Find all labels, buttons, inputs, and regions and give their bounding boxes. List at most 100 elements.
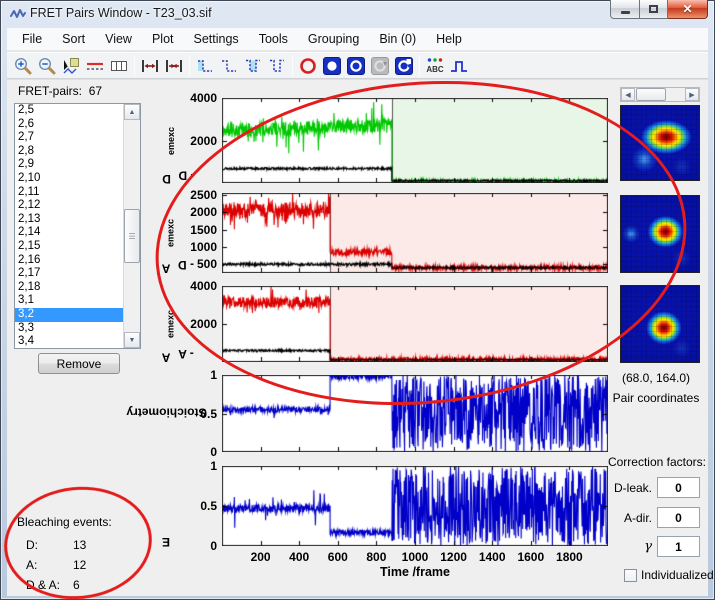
list-item-pair-2-6[interactable]: 2,6 <box>15 118 123 132</box>
remove-button[interactable]: Remove <box>38 353 120 374</box>
y-axis-label: Stoichiometry <box>125 404 207 419</box>
list-item-pair-2-7[interactable]: 2,7 <box>15 131 123 145</box>
pair-coordinates-label: Pair coordinates <box>612 391 700 405</box>
scroll-up-icon[interactable]: ▲ <box>124 104 140 120</box>
circle-group-icon <box>395 56 413 75</box>
list-item-pair-2-11[interactable]: 2,11 <box>15 186 123 200</box>
list-item-pair-2-8[interactable]: 2,8 <box>15 145 123 159</box>
slider-right-icon[interactable]: ▶ <box>685 88 699 101</box>
data-brush-button[interactable] <box>59 54 83 77</box>
list-item-pair-3-4[interactable]: 3,4 <box>15 335 123 348</box>
subplot-columns-button[interactable] <box>107 54 131 77</box>
list-item-pair-2-16[interactable]: 2,16 <box>15 254 123 268</box>
y-tick-label: 2000 <box>190 205 217 220</box>
list-item-pair-3-1[interactable]: 3,1 <box>15 294 123 308</box>
list-item-pair-2-15[interactable]: 2,15 <box>15 240 123 254</box>
pair-image-3 <box>620 285 700 363</box>
y-tick-label: 0.5 <box>200 499 217 513</box>
menu-item-settings[interactable]: Settings <box>184 29 249 49</box>
fret-pairs-list: 2,5 2,6 2,7 2,8 2,9 2,10 2,11 2,12 2,13 2,14 2,15 2… <box>15 104 123 348</box>
toolbar-group-1 <box>11 54 131 77</box>
shrink-x-button[interactable] <box>162 54 186 77</box>
list-item-pair-2-18[interactable]: 2,18 <box>15 281 123 295</box>
list-item-pair-3-2[interactable]: 3,2 <box>15 307 123 322</box>
threshold-line-icon <box>87 62 103 70</box>
pair-image-slider[interactable]: ◀ ▶ <box>620 87 700 102</box>
y-tick-label: 1 <box>210 368 217 382</box>
double-step-fill-button[interactable] <box>241 54 265 77</box>
toolbar-separator <box>134 54 135 77</box>
circle-disabled-button[interactable] <box>368 54 392 77</box>
scrollbar-thumb[interactable]: ☰ <box>124 209 140 263</box>
step-fill-button[interactable] <box>193 54 217 77</box>
bleaching-events-title: Bleaching events: <box>17 515 112 529</box>
minimize-button[interactable] <box>610 0 640 19</box>
zoom-out-button[interactable] <box>35 54 59 77</box>
list-item-pair-3-3[interactable]: 3,3 <box>15 322 123 336</box>
remove-button-label: Remove <box>56 356 102 371</box>
red-circle-icon <box>300 57 316 74</box>
plot-a-em-a-exc[interactable] <box>222 286 608 362</box>
menu-item-bin-0[interactable]: Bin (0) <box>369 29 426 49</box>
pulse-button[interactable] <box>447 54 471 77</box>
list-item-pair-2-17[interactable]: 2,17 <box>15 267 123 281</box>
double-step-fill-icon <box>246 59 260 72</box>
bleach-da-value: 6 <box>73 578 80 592</box>
menu-item-plot[interactable]: Plot <box>142 29 184 49</box>
bleaching-row-both: D & A: 6 <box>26 578 146 592</box>
menu-item-tools[interactable]: Tools <box>249 29 298 49</box>
plot-d-em-d-exc[interactable] <box>222 98 608 183</box>
pixel-grid-overlay <box>621 286 699 362</box>
double-step-icon <box>270 59 284 72</box>
fret-pairs-label: FRET-pairs: <box>18 84 83 98</box>
step-fill-icon <box>198 59 212 72</box>
zoom-in-button[interactable] <box>11 54 35 77</box>
expand-x-button[interactable] <box>138 54 162 77</box>
list-item-pair-2-14[interactable]: 2,14 <box>15 226 123 240</box>
red-circle-button[interactable] <box>296 54 320 77</box>
x-axis-label: Time /frame <box>380 565 450 579</box>
double-step-button[interactable] <box>265 54 289 77</box>
list-item-pair-2-13[interactable]: 2,13 <box>15 213 123 227</box>
toolbar-group-3 <box>193 54 289 77</box>
list-item-pair-2-12[interactable]: 2,12 <box>15 199 123 213</box>
slider-thumb[interactable] <box>636 88 666 101</box>
slider-left-icon[interactable]: ◀ <box>621 88 635 101</box>
step-button[interactable] <box>217 54 241 77</box>
data-brush-icon <box>63 57 79 74</box>
threshold-line-button[interactable] <box>83 54 107 77</box>
list-item-pair-2-9[interactable]: 2,9 <box>15 158 123 172</box>
individualized-checkbox[interactable] <box>624 568 637 582</box>
toolbar-group-4 <box>296 54 416 77</box>
bleach-a-label: A: <box>26 558 38 572</box>
minimize-icon <box>620 10 630 14</box>
circle-group-button[interactable] <box>392 54 416 77</box>
d-leak-input[interactable] <box>657 477 700 498</box>
list-item-pair-2-10[interactable]: 2,10 <box>15 172 123 186</box>
circle-disabled-icon <box>371 56 389 75</box>
zoom-out-icon <box>38 57 56 74</box>
menu-item-view[interactable]: View <box>95 29 142 49</box>
menu-item-file[interactable]: File <box>12 29 52 49</box>
pair-image-2 <box>620 195 700 273</box>
list-scrollbar[interactable]: ▲ ☰ ▼ <box>123 104 140 348</box>
abc-labels-icon: ABC <box>426 57 444 74</box>
list-item-pair-2-5[interactable]: 2,5 <box>15 104 123 118</box>
close-button[interactable]: ✕ <box>668 0 708 19</box>
y-tick-label: 2500 <box>190 187 217 202</box>
menu-item-grouping[interactable]: Grouping <box>298 29 369 49</box>
plot-stoichiometry[interactable] <box>222 375 608 452</box>
scroll-down-icon[interactable]: ▼ <box>124 332 140 348</box>
circle-outline-button[interactable] <box>344 54 368 77</box>
menu-item-sort[interactable]: Sort <box>52 29 95 49</box>
a-dir-label: A-dir. <box>623 511 652 525</box>
maximize-button[interactable] <box>640 0 668 19</box>
a-dir-input[interactable] <box>657 507 700 528</box>
abc-labels-button[interactable]: ABC <box>423 54 447 77</box>
menu-item-help[interactable]: Help <box>426 29 472 49</box>
plot-a-em-d-exc[interactable] <box>222 193 608 273</box>
plot-e[interactable] <box>222 466 608 546</box>
gamma-input[interactable] <box>657 536 700 557</box>
title-bar[interactable]: FRET Pairs Window - T23_03.sif ✕ <box>0 0 715 28</box>
circle-filled-button[interactable] <box>320 54 344 77</box>
